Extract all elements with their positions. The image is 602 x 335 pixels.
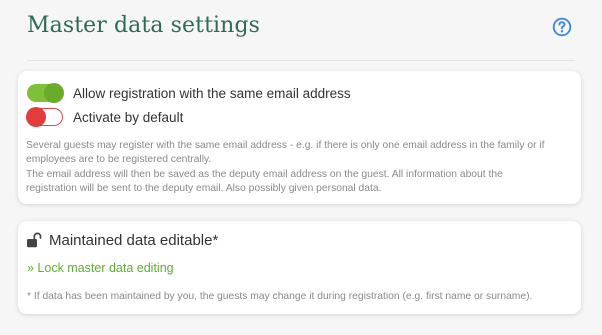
maintained-data-title: Maintained data editable* <box>49 232 219 249</box>
activate-by-default-toggle[interactable] <box>26 107 63 127</box>
registration-description: Several guests may register with the sam… <box>26 139 574 196</box>
maintained-data-card: Maintained data editable* » Lock master … <box>18 221 581 314</box>
allow-same-email-label: Allow registration with the same email a… <box>73 85 351 101</box>
page-title: Master data settings <box>27 13 261 38</box>
maintained-data-note: * If data has been maintained by you, th… <box>27 291 533 302</box>
lock-master-data-link[interactable]: » Lock master data editing <box>27 261 174 275</box>
unlock-icon <box>27 232 42 248</box>
toggle-knob <box>44 83 64 103</box>
description-line: employees are to be registered centrally… <box>26 154 212 166</box>
question-circle-icon[interactable] <box>552 17 572 37</box>
activate-by-default-row: Activate by default <box>26 107 184 127</box>
allow-same-email-row: Allow registration with the same email a… <box>27 83 351 103</box>
registration-settings-card: Allow registration with the same email a… <box>18 71 581 204</box>
toggle-knob <box>26 107 46 127</box>
settings-page: Master data settings Allow registration … <box>0 0 602 335</box>
header-divider <box>27 60 575 61</box>
activate-by-default-label: Activate by default <box>73 109 184 125</box>
allow-same-email-toggle[interactable] <box>27 83 64 103</box>
description-line: registration will be sent to the deputy … <box>26 182 382 194</box>
description-line: Several guests may register with the sam… <box>26 140 545 151</box>
description-line: The email address will then be saved as … <box>26 168 503 180</box>
